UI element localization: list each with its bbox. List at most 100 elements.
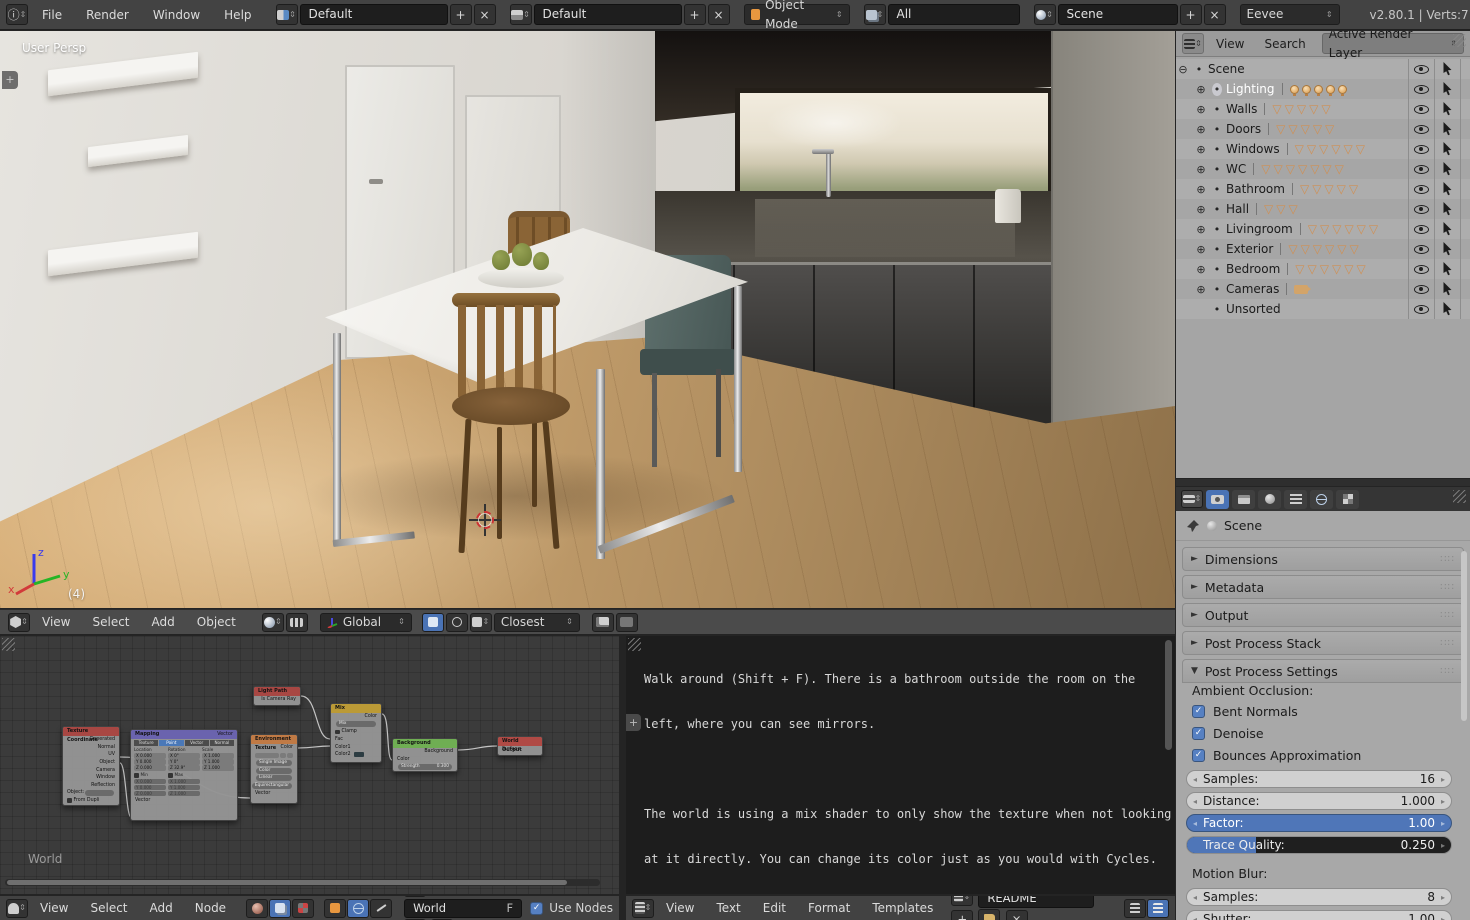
world-datablock-dropdown[interactable]: ⇕: [404, 896, 427, 897]
add-scene-button[interactable]: +: [1179, 4, 1202, 25]
shader-type-linestyle-button[interactable]: [370, 898, 393, 918]
selectability-cursor-icon[interactable]: [1442, 122, 1453, 136]
ne-menu-add[interactable]: Add: [140, 897, 183, 919]
selectability-cursor-icon[interactable]: [1442, 142, 1453, 156]
panel-output[interactable]: ► Output ∷∷: [1182, 603, 1464, 627]
text-datablock-dropdown[interactable]: ⇕: [951, 896, 974, 907]
corner-resize-handle[interactable]: [2, 638, 15, 651]
tab-texture[interactable]: [1336, 489, 1359, 509]
render-engine-dropdown[interactable]: Eevee ⇕: [1239, 4, 1340, 25]
tab-view-layer[interactable]: [1284, 489, 1307, 509]
editor-type-dropdown[interactable]: ⇕: [6, 898, 28, 918]
ao-trace-quality-slider[interactable]: ◂Trace Quality:0.250▸: [1186, 836, 1452, 854]
shader-context-texture-button[interactable]: [292, 898, 315, 918]
mapping-tab-texture[interactable]: Texture: [134, 740, 159, 746]
gizmo-toggle-button[interactable]: [285, 612, 308, 632]
editor-type-dropdown[interactable]: ⇕: [1181, 490, 1203, 508]
scene-name-field[interactable]: Scene: [1057, 4, 1178, 25]
new-text-button[interactable]: +: [951, 909, 974, 920]
mapping-min-checkbox[interactable]: [134, 773, 139, 778]
shader-context-scene-button[interactable]: [269, 898, 292, 918]
app-menu-button[interactable]: ⓘ ⇕: [6, 4, 28, 25]
vp-menu-add[interactable]: Add: [142, 611, 185, 633]
vp-menu-select[interactable]: Select: [82, 611, 139, 633]
corner-resize-handle[interactable]: [1453, 34, 1466, 47]
vp-menu-object[interactable]: Object: [187, 611, 246, 633]
node-environment-texture[interactable]: Environment Texture Color Single Image C…: [250, 734, 298, 804]
image-datablock[interactable]: [251, 752, 297, 760]
visibility-eye-icon[interactable]: [1414, 64, 1429, 74]
tab-scene[interactable]: [1258, 489, 1281, 509]
menu-render[interactable]: Render: [76, 4, 139, 26]
editor-type-dropdown[interactable]: ⇕: [1182, 33, 1204, 54]
outliner-row-livingroom[interactable]: ⊕ • Livingroom ▽ ▽ ▽ ▽ ▽ ▽: [1176, 219, 1470, 239]
close-layout-button[interactable]: ×: [707, 4, 730, 25]
node-light-path[interactable]: Light Path Is Camera Ray: [253, 686, 301, 706]
corner-resize-handle[interactable]: [628, 638, 641, 651]
selectability-cursor-icon[interactable]: [1442, 242, 1453, 256]
open-text-button[interactable]: [978, 909, 1001, 920]
ne-menu-node[interactable]: Node: [185, 897, 236, 919]
proportional-edit-button[interactable]: [445, 612, 468, 632]
expand-icon[interactable]: ⊕: [1194, 243, 1208, 256]
collection-label[interactable]: Unsorted: [1226, 302, 1281, 316]
editor-type-dropdown[interactable]: ⇕: [632, 898, 654, 918]
selectability-cursor-icon[interactable]: [1442, 282, 1453, 296]
ne-menu-view[interactable]: View: [30, 897, 78, 919]
menu-file[interactable]: File: [32, 4, 72, 26]
selectability-cursor-icon[interactable]: [1442, 62, 1453, 76]
area-splitter[interactable]: [1176, 479, 1470, 486]
visibility-eye-icon[interactable]: [1414, 224, 1429, 234]
workspace-icon[interactable]: ⇕: [275, 4, 298, 25]
outliner-row-wc[interactable]: ⊕ • WC ▽ ▽ ▽ ▽ ▽ ▽ ▽: [1176, 159, 1470, 179]
ol-menu-view[interactable]: View: [1208, 33, 1252, 55]
sidebar-expand-tab[interactable]: +: [626, 714, 641, 731]
shader-context-object-button[interactable]: [246, 898, 269, 918]
collection-label[interactable]: WC: [1226, 162, 1246, 176]
menu-help[interactable]: Help: [214, 4, 261, 26]
ao-distance-slider[interactable]: ◂ Distance: 1.000 ▸: [1186, 792, 1452, 810]
bent-normals-checkbox[interactable]: ✓: [1192, 705, 1205, 718]
display-filter-field[interactable]: All: [887, 4, 1020, 25]
viewport-3d[interactable]: User Persp (4) + z y x: [0, 31, 1175, 608]
mapping-tab-normal[interactable]: Normal: [209, 740, 234, 746]
shader-type-object-button[interactable]: [324, 898, 347, 918]
panel-metadata[interactable]: ► Metadata ∷∷: [1182, 575, 1464, 599]
outliner-row-unsorted[interactable]: • Unsorted: [1176, 299, 1470, 319]
collection-label[interactable]: Cameras: [1226, 282, 1279, 296]
color2-swatch[interactable]: [353, 752, 364, 758]
node-texture-coordinate[interactable]: Texture Coordinate Generated Normal UV O…: [62, 726, 120, 806]
panel-post-process-settings[interactable]: ▼ Post Process Settings ∷∷: [1182, 659, 1464, 683]
shader-type-world-button[interactable]: [347, 898, 370, 918]
visibility-eye-icon[interactable]: [1414, 264, 1429, 274]
collection-label[interactable]: Doors: [1226, 122, 1261, 136]
word-wrap-toggle[interactable]: [1147, 898, 1169, 918]
use-nodes-checkbox[interactable]: ✓: [530, 901, 544, 915]
toolbar-expand-tab[interactable]: +: [2, 71, 18, 89]
properties-scrollbar[interactable]: [1461, 551, 1467, 721]
outliner-row-doors[interactable]: ⊕ • Doors ▽ ▽ ▽ ▽ ▽: [1176, 119, 1470, 139]
close-scene-button[interactable]: ×: [1203, 4, 1226, 25]
visibility-eye-icon[interactable]: [1414, 124, 1429, 134]
vp-menu-view[interactable]: View: [32, 611, 80, 633]
outliner-row-walls[interactable]: ⊕ • Walls ▽ ▽ ▽ ▽ ▽: [1176, 99, 1470, 119]
mapping-tab-point[interactable]: Point: [159, 740, 184, 746]
selectability-cursor-icon[interactable]: [1442, 102, 1453, 116]
corner-resize-handle[interactable]: [1453, 490, 1466, 503]
visibility-eye-icon[interactable]: [1414, 284, 1429, 294]
tab-output[interactable]: [1232, 489, 1255, 509]
te-menu-templates[interactable]: Templates: [862, 897, 943, 919]
expand-icon[interactable]: ⊕: [1194, 223, 1208, 236]
world-name-field[interactable]: World F: [404, 898, 523, 918]
display-filter-icon-button[interactable]: ⇕: [863, 4, 886, 25]
selectability-cursor-icon[interactable]: [1442, 162, 1453, 176]
from-dupli-checkbox[interactable]: [67, 798, 72, 803]
outliner-row-exterior[interactable]: ⊕ • Exterior ▽ ▽ ▽ ▽ ▽ ▽: [1176, 239, 1470, 259]
selectability-cursor-icon[interactable]: [1442, 182, 1453, 196]
collection-label[interactable]: Walls: [1226, 102, 1257, 116]
close-workspace-button[interactable]: ×: [473, 4, 496, 25]
ao-factor-slider[interactable]: ◂ Factor: 1.00 ▸: [1186, 814, 1452, 832]
text-name-field[interactable]: README: [978, 896, 1095, 909]
collection-label[interactable]: Windows: [1226, 142, 1280, 156]
selectability-cursor-icon[interactable]: [1442, 262, 1453, 276]
